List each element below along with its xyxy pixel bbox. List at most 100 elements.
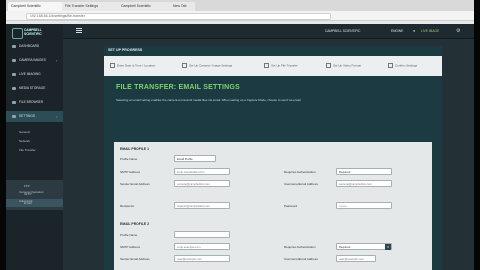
checkbox-icon [182, 63, 187, 68]
app-window: CAMPBELL SCIENTIFIC DASHBOARD CAMERA IMA… [6, 24, 474, 270]
top-bar: CAMPBELL SCIENTIFIC ENGINE ● LIVE IMAGE … [63, 24, 474, 39]
auth-value: Required [339, 245, 351, 249]
smtp-address-input[interactable]: smtp.example.com [174, 243, 230, 250]
folder-icon [12, 101, 16, 104]
step-label: Enter Date & Time / Location [117, 63, 156, 68]
sidebar-item-camera-operation[interactable]: Camera Operation [6, 188, 63, 196]
progress-step[interactable]: Set Up Camera / Image Settings [182, 63, 232, 68]
sub-label: Camera Operation [19, 190, 44, 194]
logo-text: CAMPBELL SCIENTIFIC [24, 28, 42, 36]
nav-label: CAMERA IMAGES [19, 58, 46, 62]
gear-icon[interactable]: ⚙ [456, 24, 460, 38]
status-dot-icon: ● [413, 28, 416, 33]
storage-icon [12, 87, 16, 90]
step-label: Set Up File Transfer [271, 63, 298, 68]
recipients-input[interactable]: support@campbellsci.com [174, 202, 230, 209]
sidebar-item-general[interactable]: General [6, 128, 63, 136]
password-label: Password [284, 204, 298, 208]
sender-email-input[interactable]: user@example.com [174, 255, 230, 262]
browser-tab[interactable]: New Tab [170, 2, 195, 11]
checkbox-icon [326, 63, 331, 68]
profile-title: EMAIL PROFILE 1 [120, 147, 149, 151]
browser-tab-strip: Campbell Scientific File Transfer Settin… [6, 0, 474, 11]
nav-label: FILE BROWSER [19, 100, 44, 104]
video-icon [12, 73, 16, 76]
smtp-address-label: SMTP Address [120, 245, 140, 249]
auth-label: Requires Authentication [284, 245, 316, 249]
auth-value: Required [339, 170, 351, 174]
chevron-down-icon: › [56, 114, 58, 119]
progress-step[interactable]: Enter Date & Time / Location [110, 63, 155, 68]
url-field[interactable]: 192.168.66.1/#/settings/file-transfer [26, 13, 331, 20]
email-profiles-panel: EMAIL PROFILE 1 Profile Name Email Profi… [114, 142, 432, 270]
logo-mark-icon [12, 28, 23, 39]
progress-step[interactable]: Set Up Video Format [326, 63, 361, 68]
nav-label: MEDIA STORAGE [19, 86, 46, 90]
checkbox-icon [388, 63, 393, 68]
sidebar: CAMPBELL SCIENTIFIC DASHBOARD CAMERA IMA… [6, 24, 63, 270]
progress-step[interactable]: Set Up File Transfer [264, 63, 298, 68]
mode-label: ENGINE [391, 29, 404, 33]
live-image-link[interactable]: LIVE IMAGE [421, 24, 439, 38]
checkbox-icon [110, 63, 115, 68]
chevron-right-icon: › [56, 58, 58, 63]
nav-file-browser[interactable]: FILE BROWSER [6, 97, 63, 108]
sub-label: General [19, 130, 30, 134]
nav-camera-images[interactable]: CAMERA IMAGES › [6, 55, 63, 66]
nav-label: LIVE IMAGING [19, 72, 41, 76]
sidebar-item-advanced[interactable]: Advanced [6, 197, 63, 205]
browser-tab[interactable]: Campbell Scientific [8, 2, 63, 11]
profile-name-label: Profile Name [120, 233, 138, 237]
step-label: Set Up Video Format [333, 63, 361, 68]
nav-dashboard[interactable]: DASHBOARD [6, 41, 63, 52]
auth-label: Requires Authentication [284, 170, 316, 174]
form-title: FILE TRANSFER: EMAIL SETTINGS [116, 84, 240, 91]
profile-title: EMAIL PROFILE 2 [120, 222, 149, 226]
progress-step[interactable]: Confirm Settings [388, 63, 417, 68]
browser-tab[interactable]: Campbell Scientific [118, 2, 171, 11]
gear-icon [12, 115, 16, 118]
sub-label: Network [19, 139, 31, 143]
nav-media-storage[interactable]: MEDIA STORAGE [6, 83, 63, 94]
nav-live-imaging[interactable]: LIVE IMAGING [6, 69, 63, 80]
chevron-down-icon: ▾ [385, 244, 391, 250]
sender-email-input[interactable]: camera@campbellsci.com [174, 180, 230, 187]
camera-icon [12, 59, 16, 62]
username-label: Username/Email Address [284, 257, 318, 261]
account-name: CAMPBELL SCIENTIFIC [325, 29, 361, 33]
sidebar-item-network[interactable]: Network [6, 137, 63, 145]
sub-label: File Transfer [19, 148, 36, 152]
nav-label: DASHBOARD [19, 44, 40, 48]
profile-name-input[interactable]: Email Profile [174, 155, 216, 162]
form-description: Selecting an email setting enables the c… [116, 98, 302, 102]
username-input[interactable]: user@example.com [336, 255, 376, 262]
profile-name-input[interactable] [174, 231, 230, 238]
step-label: Set Up Camera / Image Settings [189, 63, 233, 68]
sidebar-item-file-transfer[interactable]: File Transfer [6, 146, 63, 154]
page-title: SET UP PROGRESS [108, 48, 143, 52]
auth-select[interactable]: Required [336, 168, 392, 175]
dashboard-icon [12, 45, 16, 48]
password-input[interactable]: •••••••• [336, 202, 392, 209]
menu-icon[interactable] [76, 28, 82, 33]
step-label: Confirm Settings [395, 63, 418, 68]
main-content: SET UP PROGRESS Enter Date & Time / Loca… [104, 46, 442, 270]
browser-address-bar: 192.168.66.1/#/settings/file-transfer [6, 11, 474, 21]
recipients-label: Recipients [120, 204, 135, 208]
auth-select[interactable]: Required ▾ [336, 243, 392, 250]
setup-progress-steps: Enter Date & Time / Location Set Up Came… [104, 56, 442, 76]
sub-label: Advanced [19, 199, 33, 203]
username-input[interactable]: camera@campbellsci.com [336, 180, 392, 187]
sender-email-label: Sender Email Address [120, 182, 150, 186]
checkbox-icon [264, 63, 269, 68]
sender-email-label: Sender Email Address [120, 257, 150, 261]
profile-name-label: Profile Name [120, 157, 138, 161]
logo: CAMPBELL SCIENTIFIC [12, 27, 57, 39]
username-label: Username/Email Address [284, 182, 318, 186]
browser-tab[interactable]: File Transfer Settings [62, 2, 119, 11]
screenshot-frame: Campbell Scientific File Transfer Settin… [0, 0, 480, 270]
video-letterbox-right [474, 0, 480, 270]
smtp-address-input[interactable]: smtp.campbellsci.com [174, 168, 230, 175]
smtp-address-label: SMTP Address [120, 170, 140, 174]
nav-settings[interactable]: SETTINGS › [6, 111, 63, 122]
